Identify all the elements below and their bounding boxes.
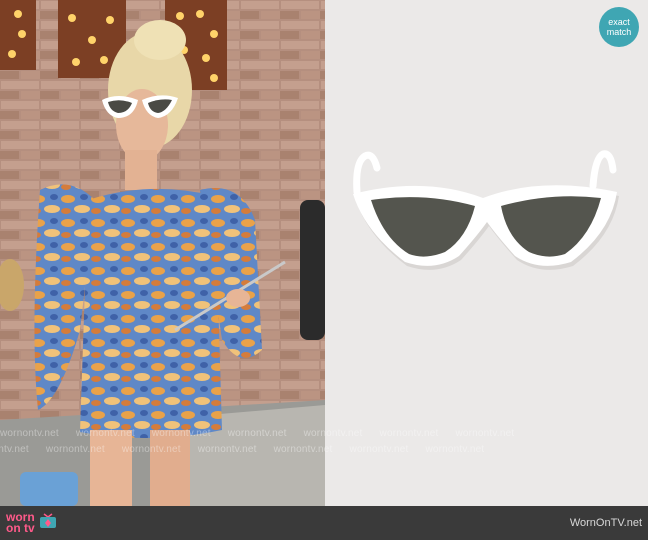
- exact-match-badge: exact match: [599, 7, 639, 47]
- badge-line-1: exact: [608, 17, 630, 27]
- badge-line-2: match: [606, 27, 632, 37]
- watermark-text: wornontv.net: [75, 428, 135, 439]
- logo-text: worn on tv: [6, 511, 35, 535]
- site-logo[interactable]: worn on tv: [6, 508, 57, 538]
- watermark-text: wornontv.net: [273, 444, 333, 455]
- watermark-text: wornontv.net: [455, 428, 515, 439]
- tv-icon: [39, 512, 57, 534]
- watermark-text: wornontv.net: [45, 444, 105, 455]
- logo-bottom: on tv: [6, 521, 35, 535]
- watermark-text: wornontv.net: [197, 444, 257, 455]
- watermark-text: wornontv.net: [227, 428, 287, 439]
- page: exact match wornontv.net wornontv.net wo…: [0, 0, 648, 540]
- watermark-text: wornontv.net: [349, 444, 409, 455]
- watermark-text: wornontv.net: [121, 444, 181, 455]
- footer-bar: worn on tv WornOnTV.net: [0, 506, 648, 540]
- watermark-text: wornontv.net: [425, 444, 485, 455]
- watermark-text: wornontv.net: [303, 428, 363, 439]
- watermark-text: wornontv.net: [379, 428, 439, 439]
- watermark-text: wornontv.net: [0, 444, 29, 455]
- watermark-row: wornontv.net wornontv.net wornontv.net w…: [0, 444, 618, 458]
- site-name[interactable]: WornOnTV.net: [570, 517, 642, 529]
- watermark-row: wornontv.net wornontv.net wornontv.net w…: [0, 428, 648, 442]
- watermark-text: wornontv.net: [0, 428, 59, 439]
- watermark-text: wornontv.net: [151, 428, 211, 439]
